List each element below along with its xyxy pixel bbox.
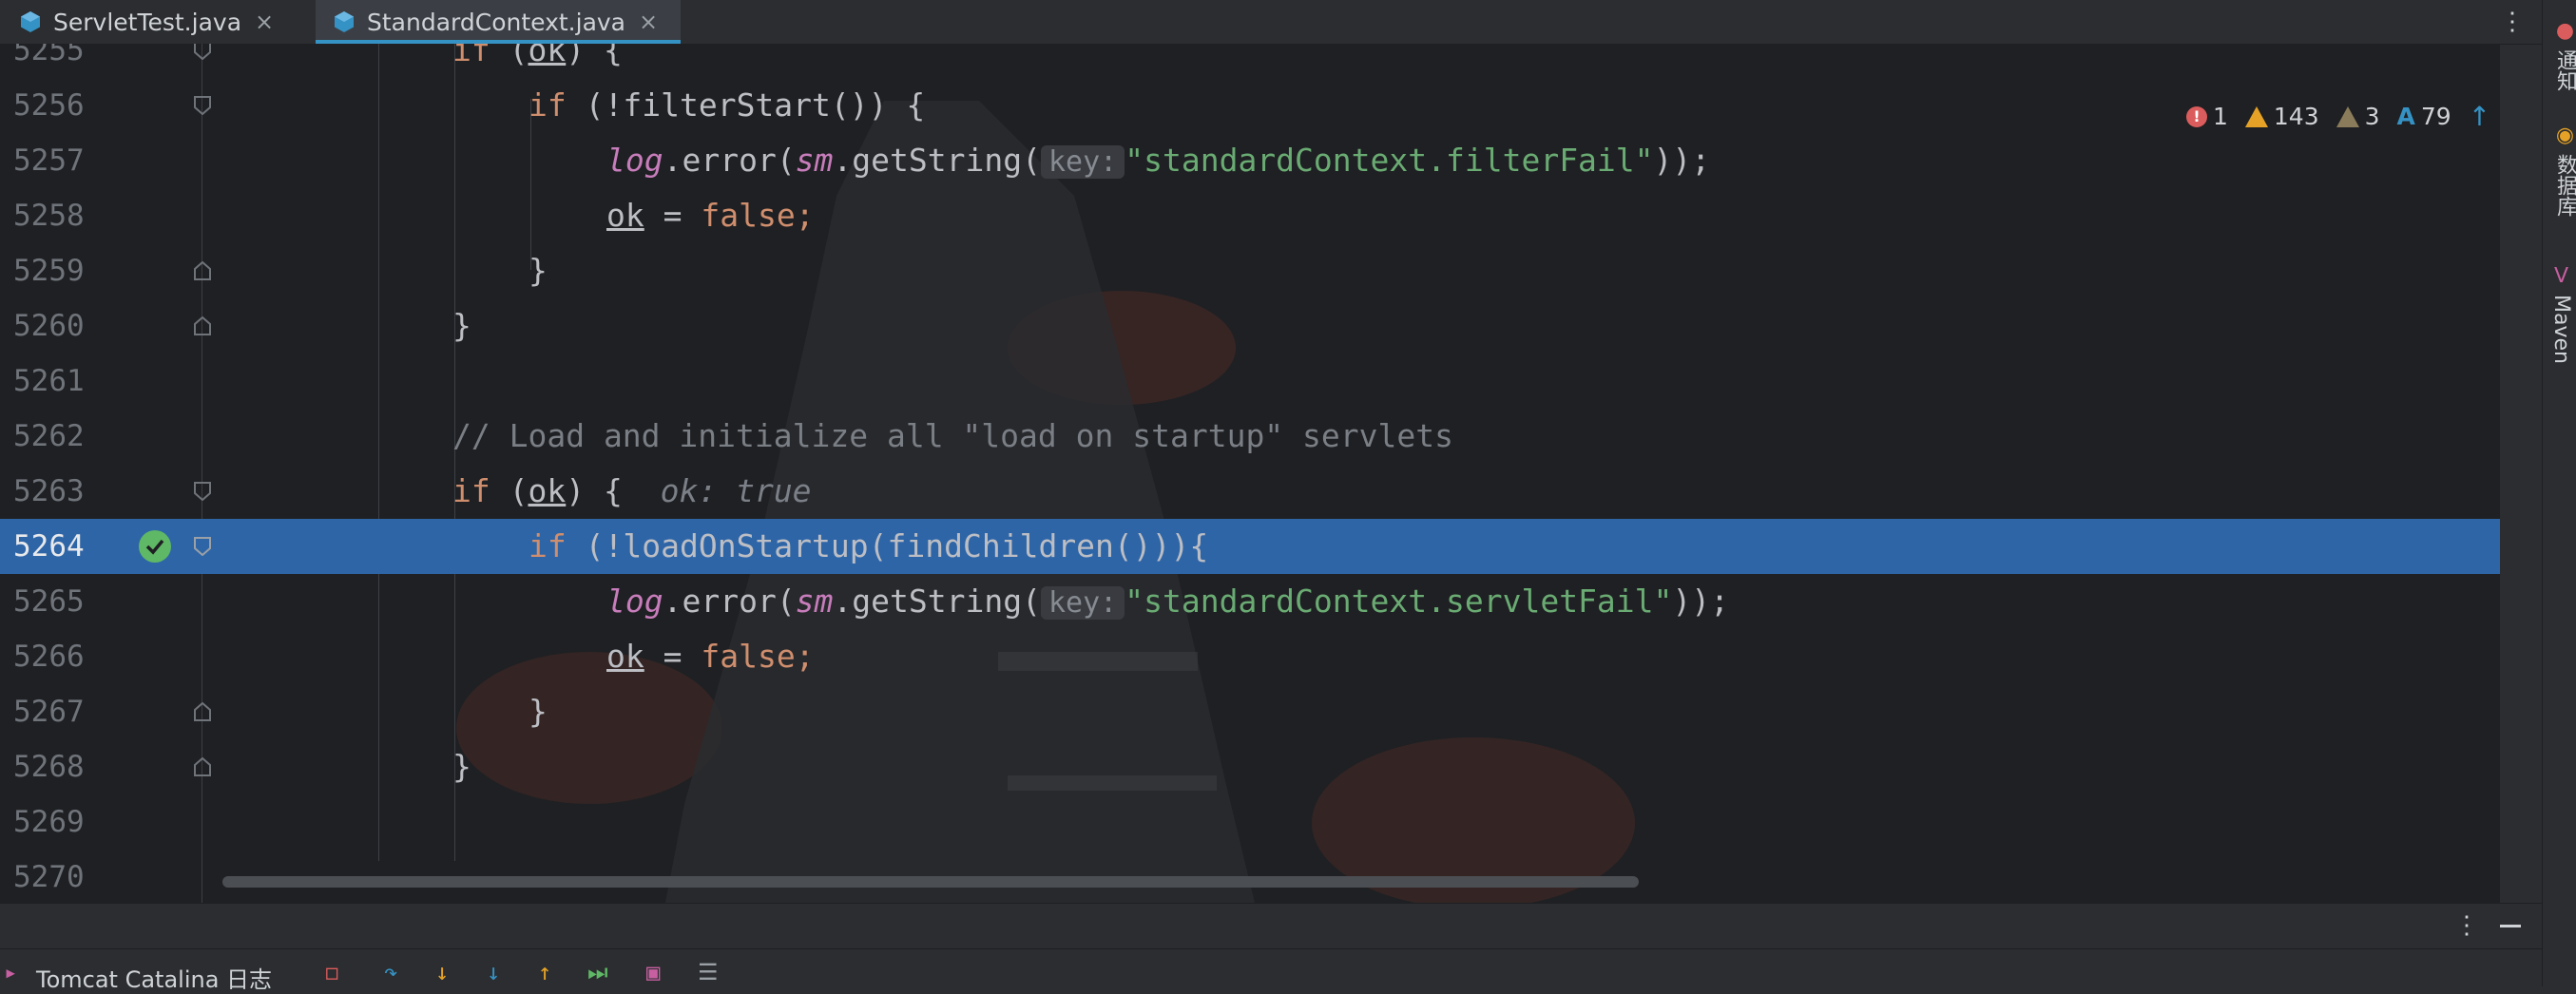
breakpoint-verified-icon[interactable] xyxy=(139,530,171,563)
more-options-icon[interactable]: ⋮ xyxy=(2500,8,2525,36)
notifications-tool-button[interactable]: ● 通知 xyxy=(2549,19,2576,91)
debug-toolbar: ▸ Tomcat Catalina 日志 ◻ ↷ ↓ ↓ ↑ ⏭ ▣ ☰ xyxy=(0,948,2542,993)
previous-highlight-arrow-icon[interactable]: ↑ xyxy=(2469,101,2490,132)
line-number: 5259 xyxy=(13,254,85,288)
code-text: ok = false; xyxy=(606,638,815,675)
inline-debug-value: ok: true xyxy=(660,472,812,509)
line-number: 5263 xyxy=(13,474,85,508)
code-line[interactable]: 5267 } xyxy=(0,684,2500,739)
fold-marker-icon[interactable] xyxy=(194,316,211,335)
line-number: 5255 xyxy=(13,44,85,67)
log-tab-title[interactable]: Tomcat Catalina 日志 xyxy=(36,961,272,994)
inspection-widget[interactable]: !1 143 3 A79 ↑ ↓ xyxy=(2186,101,2500,132)
close-icon[interactable]: × xyxy=(639,9,658,35)
close-icon[interactable]: × xyxy=(255,9,274,35)
code-line[interactable]: 5263 if (ok) { ok: true xyxy=(0,464,2500,519)
code-editor[interactable]: 5255 if (ok) { 5256 if (!filterStart()) … xyxy=(0,44,2500,903)
console-icon: ▸ xyxy=(4,959,18,985)
error-count[interactable]: ! 1 xyxy=(2186,103,2228,130)
line-number: 5269 xyxy=(13,805,85,839)
minimize-icon[interactable] xyxy=(2500,925,2521,927)
maven-tool-button[interactable]: ᐯ Maven xyxy=(2549,264,2573,364)
database-icon: ◉ xyxy=(2553,124,2576,147)
line-number: 5260 xyxy=(13,309,85,343)
code-line[interactable]: 5268 } xyxy=(0,739,2500,794)
fold-marker-icon[interactable] xyxy=(194,261,211,280)
code-line[interactable]: 5255 if (ok) { xyxy=(0,44,2500,78)
fold-marker-icon[interactable] xyxy=(194,96,211,115)
typo-icon: A xyxy=(2396,103,2415,130)
code-line[interactable]: 5269 xyxy=(0,794,2500,850)
line-number: 5265 xyxy=(13,584,85,619)
code-text: if (!loadOnStartup(findChildren())){ xyxy=(529,527,1209,564)
code-text: log.error(sm.getString(key: "standardCont… xyxy=(606,583,1730,620)
line-number: 5267 xyxy=(13,695,85,729)
fold-marker-icon[interactable] xyxy=(194,44,211,60)
code-line[interactable]: 5259 } xyxy=(0,243,2500,298)
code-line[interactable]: 5261 xyxy=(0,354,2500,409)
code-comment: // Load and initialize all "load on star… xyxy=(452,417,1453,454)
tab-standardcontext[interactable]: StandardContext.java × xyxy=(316,0,681,44)
tab-servlettest[interactable]: ServletTest.java × xyxy=(0,0,287,44)
line-number: 5262 xyxy=(13,419,85,453)
code-text: if (ok) { ok: true xyxy=(452,472,812,509)
fold-marker-icon[interactable] xyxy=(194,537,211,556)
code-line[interactable]: 5262 // Load and initialize all "load on… xyxy=(0,409,2500,464)
line-number: 5266 xyxy=(13,640,85,674)
java-class-icon xyxy=(335,11,354,32)
warning-icon xyxy=(2244,105,2268,127)
warning-count[interactable]: 143 xyxy=(2244,103,2319,130)
line-number: 5268 xyxy=(13,750,85,784)
line-number: 5264 xyxy=(13,529,85,564)
database-tool-button[interactable]: ◉ 数据库 xyxy=(2549,124,2576,217)
parameter-hint: key: xyxy=(1040,145,1125,179)
parameter-hint: key: xyxy=(1040,586,1125,620)
code-line[interactable]: 5257 log.error(sm.getString(key: "standar… xyxy=(0,133,2500,188)
line-number: 5258 xyxy=(13,199,85,233)
code-line[interactable]: 5266 ok = false; xyxy=(0,629,2500,684)
more-options-icon[interactable]: ⋮ xyxy=(2454,911,2479,940)
code-text: } xyxy=(452,307,471,344)
fold-marker-icon[interactable] xyxy=(194,757,211,776)
code-line[interactable]: 5260 } xyxy=(0,298,2500,354)
code-line[interactable]: 5265 log.error(sm.getString(key: "standar… xyxy=(0,574,2500,629)
list-icon[interactable]: ☰ xyxy=(698,961,719,984)
step-out-icon[interactable]: ↑ xyxy=(538,961,557,984)
step-into-icon[interactable]: ↓ xyxy=(435,961,454,984)
line-number: 5256 xyxy=(13,88,85,123)
tab-label: ServletTest.java xyxy=(53,8,242,36)
fold-marker-icon[interactable] xyxy=(194,702,211,721)
horizontal-scrollbar[interactable] xyxy=(222,876,1639,888)
code-text: ok = false; xyxy=(606,197,815,234)
weak-warning-icon xyxy=(2336,105,2359,127)
code-text: } xyxy=(529,693,548,730)
code-text: } xyxy=(452,748,471,785)
code-text: log.error(sm.getString(key: "standardCont… xyxy=(606,142,1711,179)
typo-count[interactable]: A 79 xyxy=(2397,103,2451,130)
code-line[interactable]: 5256 if (!filterStart()) { xyxy=(0,78,2500,133)
java-class-icon xyxy=(21,11,40,32)
code-text: if (ok) { xyxy=(452,44,623,68)
run-to-cursor-icon[interactable]: ⏭ xyxy=(587,961,608,984)
code-text: if (!filterStart()) { xyxy=(529,86,926,124)
code-line[interactable]: 5258 ok = false; xyxy=(0,188,2500,243)
maven-icon: ᐯ xyxy=(2549,264,2573,288)
line-number: 5270 xyxy=(13,860,85,894)
step-over-icon[interactable]: ↷ xyxy=(384,961,403,984)
force-step-into-icon[interactable]: ↓ xyxy=(487,961,506,984)
line-number: 5261 xyxy=(13,364,85,398)
tool-window-header: ⋮ xyxy=(0,903,2542,949)
tab-label: StandardContext.java xyxy=(367,8,625,36)
line-number: 5257 xyxy=(13,143,85,178)
editor-tab-bar: ServletTest.java × StandardContext.java … xyxy=(0,0,2576,45)
bell-icon: ● xyxy=(2553,19,2576,43)
stop-icon[interactable]: ◻ xyxy=(325,961,344,984)
code-text: } xyxy=(529,252,548,289)
evaluate-expression-icon[interactable]: ▣ xyxy=(646,961,665,984)
current-execution-line[interactable]: 5264 if (!loadOnStartup(findChildren()))… xyxy=(0,519,2500,574)
fold-marker-icon[interactable] xyxy=(194,482,211,501)
weak-warning-count[interactable]: 3 xyxy=(2336,103,2380,130)
error-icon: ! xyxy=(2186,105,2207,127)
